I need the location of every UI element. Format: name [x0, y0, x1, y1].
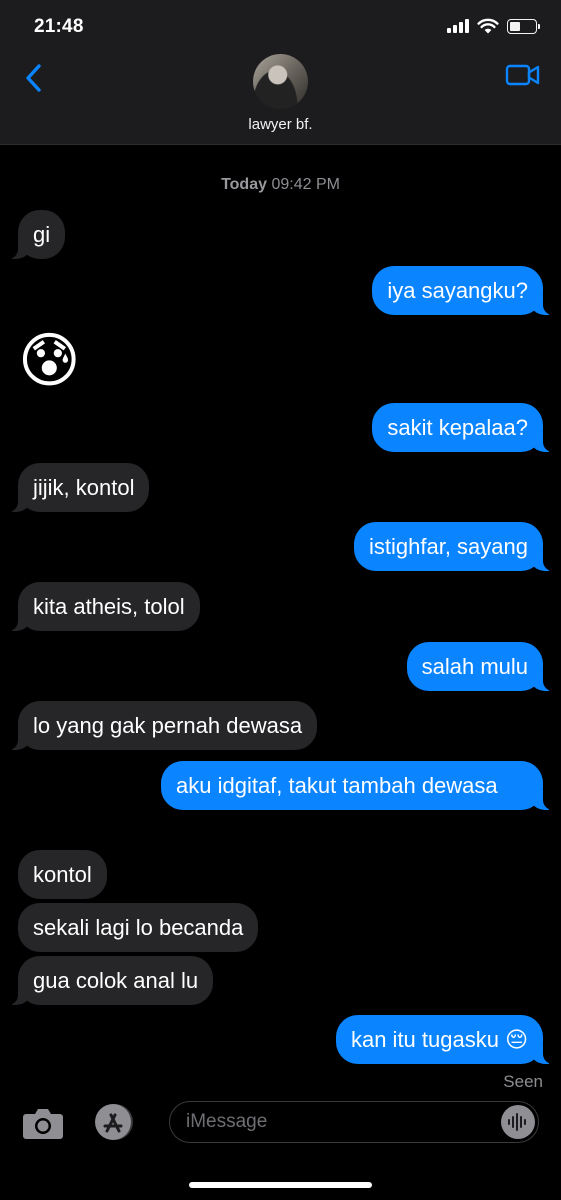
cellular-signal-icon: [447, 19, 469, 33]
status-bar: 21:48: [0, 0, 561, 50]
audio-message-button[interactable]: [501, 1105, 535, 1139]
back-button[interactable]: [16, 58, 50, 98]
status-icons: [447, 18, 540, 34]
wifi-icon: [477, 18, 499, 34]
conversation-header: lawyer bf.: [0, 50, 561, 145]
incoming-message[interactable]: kita atheis, tolol: [8, 582, 200, 631]
message-input[interactable]: [186, 1102, 486, 1141]
incoming-message[interactable]: gi: [7, 210, 66, 259]
app-store-icon: [95, 1104, 133, 1140]
battery-icon: [507, 18, 540, 34]
timestamp-day: Today: [221, 176, 267, 193]
composer-bar: [0, 1098, 561, 1153]
outgoing-message[interactable]: aku idgitaf, takut tambah dewasa: [161, 761, 553, 810]
incoming-message[interactable]: kontol: [18, 850, 107, 899]
incoming-emoji-message[interactable]: 😰: [18, 328, 81, 394]
outgoing-message[interactable]: sakit kepalaa?: [372, 403, 553, 452]
battery-fill: [510, 21, 520, 31]
camera-button[interactable]: [22, 1106, 64, 1140]
facetime-video-button[interactable]: [505, 62, 541, 88]
app-store-button[interactable]: [92, 1102, 136, 1142]
home-indicator[interactable]: [189, 1182, 372, 1188]
video-camera-icon: [505, 64, 540, 86]
incoming-message[interactable]: gua colok anal lu: [7, 956, 214, 1005]
status-time: 21:48: [34, 16, 84, 37]
conversation-timestamp: Today 09:42 PM: [0, 176, 561, 194]
timestamp-time: 09:42 PM: [271, 176, 340, 193]
camera-icon: [23, 1109, 63, 1139]
chevron-left-icon: [26, 64, 41, 92]
outgoing-message[interactable]: salah mulu: [406, 642, 554, 691]
outgoing-message[interactable]: kan itu tugasku 😔: [335, 1015, 554, 1064]
outgoing-message[interactable]: istighfar, sayang: [354, 522, 553, 571]
waveform-icon: [508, 1113, 526, 1131]
imessage-field[interactable]: [169, 1101, 539, 1143]
incoming-message[interactable]: sekali lagi lo becanda: [18, 903, 259, 952]
contact-avatar[interactable]: [253, 54, 308, 109]
read-receipt: Seen: [503, 1072, 543, 1091]
incoming-message[interactable]: lo yang gak pernah dewasa: [7, 701, 318, 750]
incoming-message[interactable]: jijik, kontol: [7, 463, 150, 512]
outgoing-message[interactable]: iya sayangku?: [372, 266, 553, 315]
contact-name[interactable]: lawyer bf.: [0, 116, 561, 133]
